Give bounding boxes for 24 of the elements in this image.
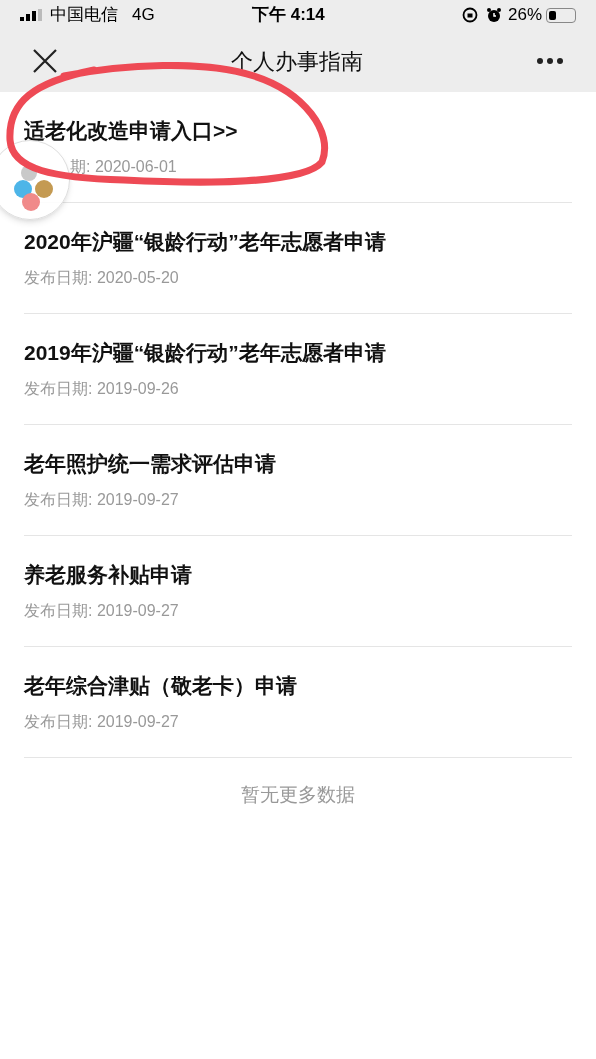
more-icon[interactable] bbox=[536, 57, 564, 65]
network-type: 4G bbox=[132, 4, 155, 27]
signal-icon bbox=[20, 9, 42, 21]
close-icon[interactable] bbox=[32, 48, 58, 74]
item-title: 2020年沪疆“银龄行动”老年志愿者申请 bbox=[24, 229, 387, 256]
item-title: 适老化改造申请入口>> bbox=[24, 118, 239, 145]
item-date: 发布日期: 2019-09-27 bbox=[24, 489, 180, 510]
item-title: 养老服务补贴申请 bbox=[24, 562, 193, 589]
item-date: 发布日期: 2020-05-20 bbox=[24, 267, 180, 288]
item-date: 期: 2020-06-01 bbox=[69, 156, 178, 177]
battery-percent: 26% bbox=[507, 4, 542, 27]
battery-icon bbox=[546, 7, 576, 23]
carrier-name: 中国电信 bbox=[50, 4, 118, 27]
status-time: 下午 4:14 bbox=[251, 4, 325, 27]
item-date: 发布日期: 2019-09-26 bbox=[24, 378, 180, 399]
item-title: 2019年沪疆“银龄行动”老年志愿者申请 bbox=[24, 340, 387, 367]
item-date: 发布日期: 2019-09-27 bbox=[24, 711, 180, 732]
no-more-data-text: 暂无更多数据 bbox=[241, 782, 355, 807]
orientation-lock-icon bbox=[461, 7, 478, 23]
item-date: 发布日期: 2019-09-27 bbox=[24, 600, 180, 621]
floating-widget[interactable] bbox=[0, 140, 70, 220]
item-title: 老年照护统一需求评估申请 bbox=[24, 451, 277, 478]
item-title: 老年综合津贴（敬老卡）申请 bbox=[24, 673, 298, 700]
alarm-icon bbox=[485, 7, 502, 23]
